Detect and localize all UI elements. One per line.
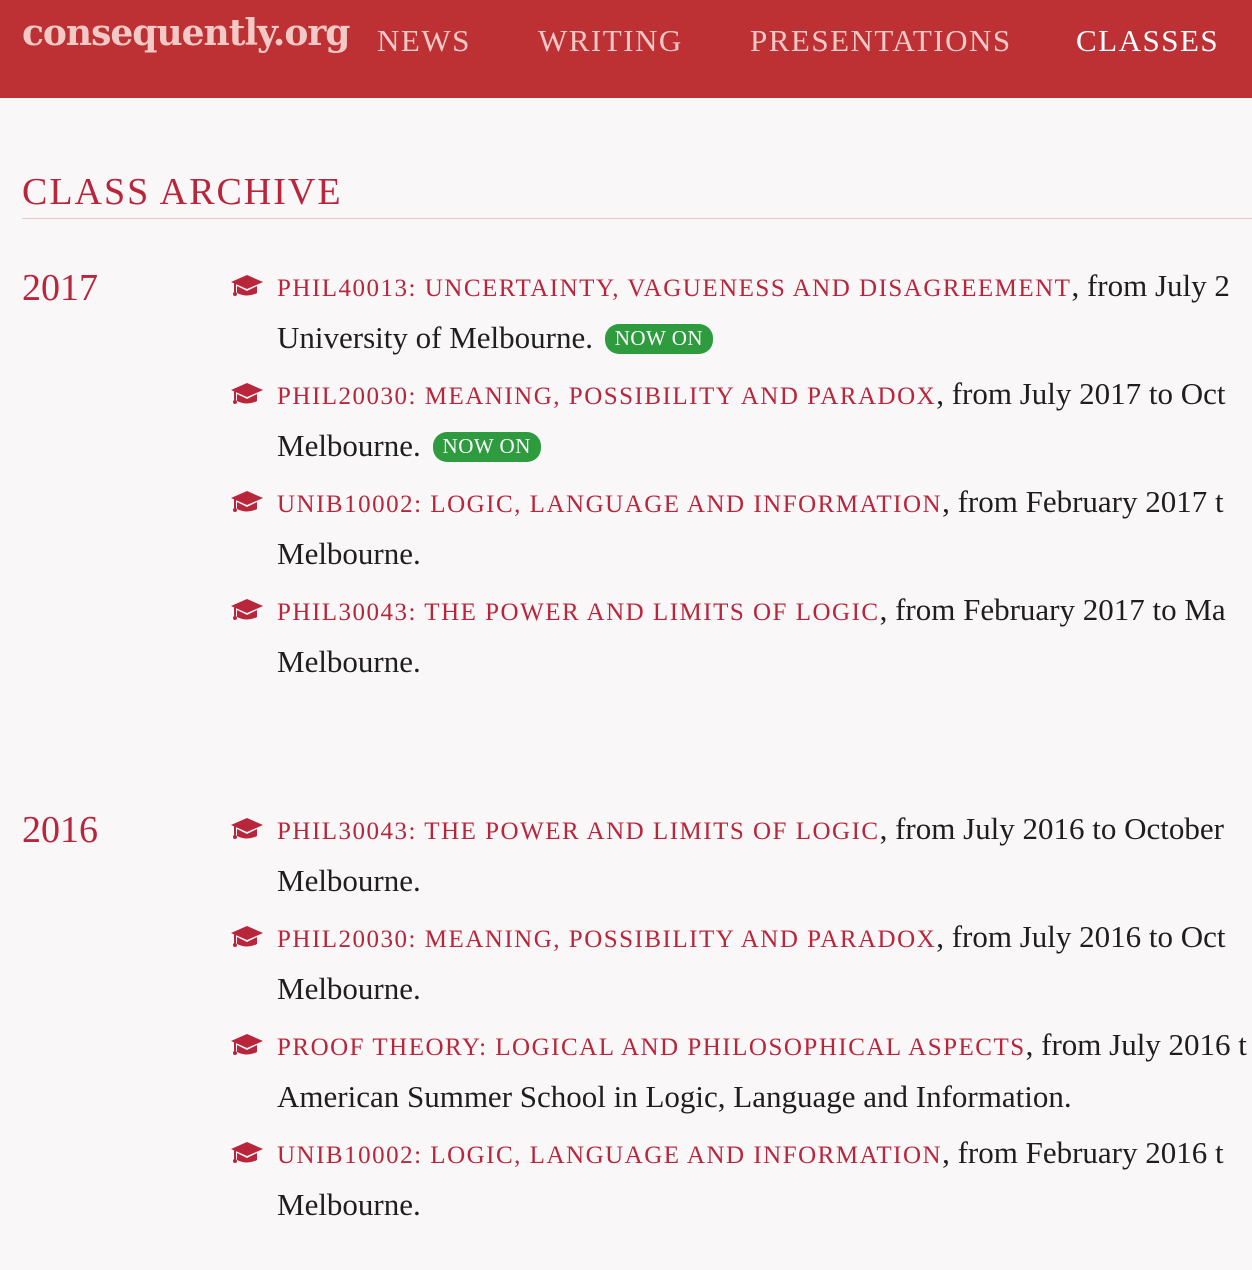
class-entry-line: PHIL40013: UNCERTAINTY, VAGUENESS AND DI… <box>277 268 1230 304</box>
site-brand-link[interactable]: consequently.org <box>22 12 350 54</box>
class-entry-dates: , from July 2017 to Oct <box>936 376 1226 411</box>
class-entry-line: Melbourne. <box>277 971 421 1007</box>
now-on-badge: NOW ON <box>604 324 714 354</box>
course-title-link[interactable]: PHIL20030: MEANING, POSSIBILITY AND PARA… <box>277 926 936 953</box>
nav-link-writing[interactable]: WRITING <box>538 23 683 59</box>
course-title-link[interactable]: PHIL30043: THE POWER AND LIMITS OF LOGIC <box>277 818 880 845</box>
nav-link-news[interactable]: NEWS <box>377 23 471 59</box>
course-title-link[interactable]: PHIL40013: UNCERTAINTY, VAGUENESS AND DI… <box>277 275 1071 302</box>
course-title-link[interactable]: UNIB10002: LOGIC, LANGUAGE AND INFORMATI… <box>277 1142 942 1169</box>
graduation-cap-icon <box>231 275 263 296</box>
class-entry-line: UNIB10002: LOGIC, LANGUAGE AND INFORMATI… <box>277 1135 1224 1171</box>
class-entry-institution: Melbourne. <box>277 863 421 898</box>
class-entry-line: University of Melbourne. NOW ON <box>277 320 714 356</box>
graduation-cap-icon <box>231 599 263 620</box>
main-content: CLASS ARCHIVE 2017 PHIL40013: UNCERTAINT… <box>0 98 1252 1270</box>
class-entry-institution: Melbourne. <box>277 428 421 463</box>
course-title-link[interactable]: UNIB10002: LOGIC, LANGUAGE AND INFORMATI… <box>277 491 942 518</box>
year-heading-2017: 2017 <box>22 267 98 309</box>
class-entry-institution: Melbourne. <box>277 1187 421 1222</box>
class-entry-institution: American Summer School in Logic, Languag… <box>277 1079 1072 1114</box>
graduation-cap-icon <box>231 1142 263 1163</box>
class-entry-line: PHIL20030: MEANING, POSSIBILITY AND PARA… <box>277 919 1226 955</box>
class-entry-line: PROOF THEORY: LOGICAL AND PHILOSOPHICAL … <box>277 1027 1247 1063</box>
class-entry-line: Melbourne. NOW ON <box>277 428 541 464</box>
class-entry-institution: Melbourne. <box>277 536 421 571</box>
class-entry-dates: , from July 2016 to Oct <box>936 919 1226 954</box>
graduation-cap-icon <box>231 818 263 839</box>
class-entry-institution: Melbourne. <box>277 644 421 679</box>
class-entry-institution: Melbourne. <box>277 971 421 1006</box>
graduation-cap-icon <box>231 491 263 512</box>
nav-link-presentations[interactable]: PRESENTATIONS <box>750 23 1012 59</box>
page-title: CLASS ARCHIVE <box>22 171 343 213</box>
course-title-link[interactable]: PROOF THEORY: LOGICAL AND PHILOSOPHICAL … <box>277 1034 1026 1061</box>
top-navbar: consequently.org NEWS WRITING PRESENTATI… <box>0 0 1252 98</box>
class-entry-line: Melbourne. <box>277 644 421 680</box>
class-entry-line: Melbourne. <box>277 536 421 572</box>
class-entry-line: American Summer School in Logic, Languag… <box>277 1079 1072 1115</box>
class-entry-dates: , from February 2016 t <box>942 1135 1224 1170</box>
class-entry-dates: , from February 2017 to Ma <box>879 592 1226 627</box>
class-entry-dates: , from February 2017 t <box>942 484 1224 519</box>
nav-link-classes[interactable]: CLASSES <box>1076 23 1219 59</box>
graduation-cap-icon <box>231 383 263 404</box>
year-heading-2016: 2016 <box>22 809 98 851</box>
class-entry-line: Melbourne. <box>277 863 421 899</box>
now-on-badge: NOW ON <box>432 432 541 462</box>
course-title-link[interactable]: PHIL20030: MEANING, POSSIBILITY AND PARA… <box>277 383 936 410</box>
graduation-cap-icon <box>231 1034 263 1055</box>
class-entry-line: PHIL30043: THE POWER AND LIMITS OF LOGIC… <box>277 811 1224 847</box>
class-entry-line: Melbourne. <box>277 1187 421 1223</box>
course-title-link[interactable]: PHIL30043: THE POWER AND LIMITS OF LOGIC <box>277 599 880 626</box>
class-entry-dates: , from July 2016 to October <box>879 811 1224 846</box>
class-entry-dates: , from July 2 <box>1071 268 1230 303</box>
class-entry-institution: University of Melbourne. <box>277 320 593 355</box>
class-entry-line: PHIL30043: THE POWER AND LIMITS OF LOGIC… <box>277 592 1226 628</box>
graduation-cap-icon <box>231 926 263 947</box>
class-entry-line: PHIL20030: MEANING, POSSIBILITY AND PARA… <box>277 376 1226 412</box>
class-entry-line: UNIB10002: LOGIC, LANGUAGE AND INFORMATI… <box>277 484 1224 520</box>
title-divider <box>22 218 1252 219</box>
class-entry-dates: , from July 2016 t <box>1025 1027 1247 1062</box>
